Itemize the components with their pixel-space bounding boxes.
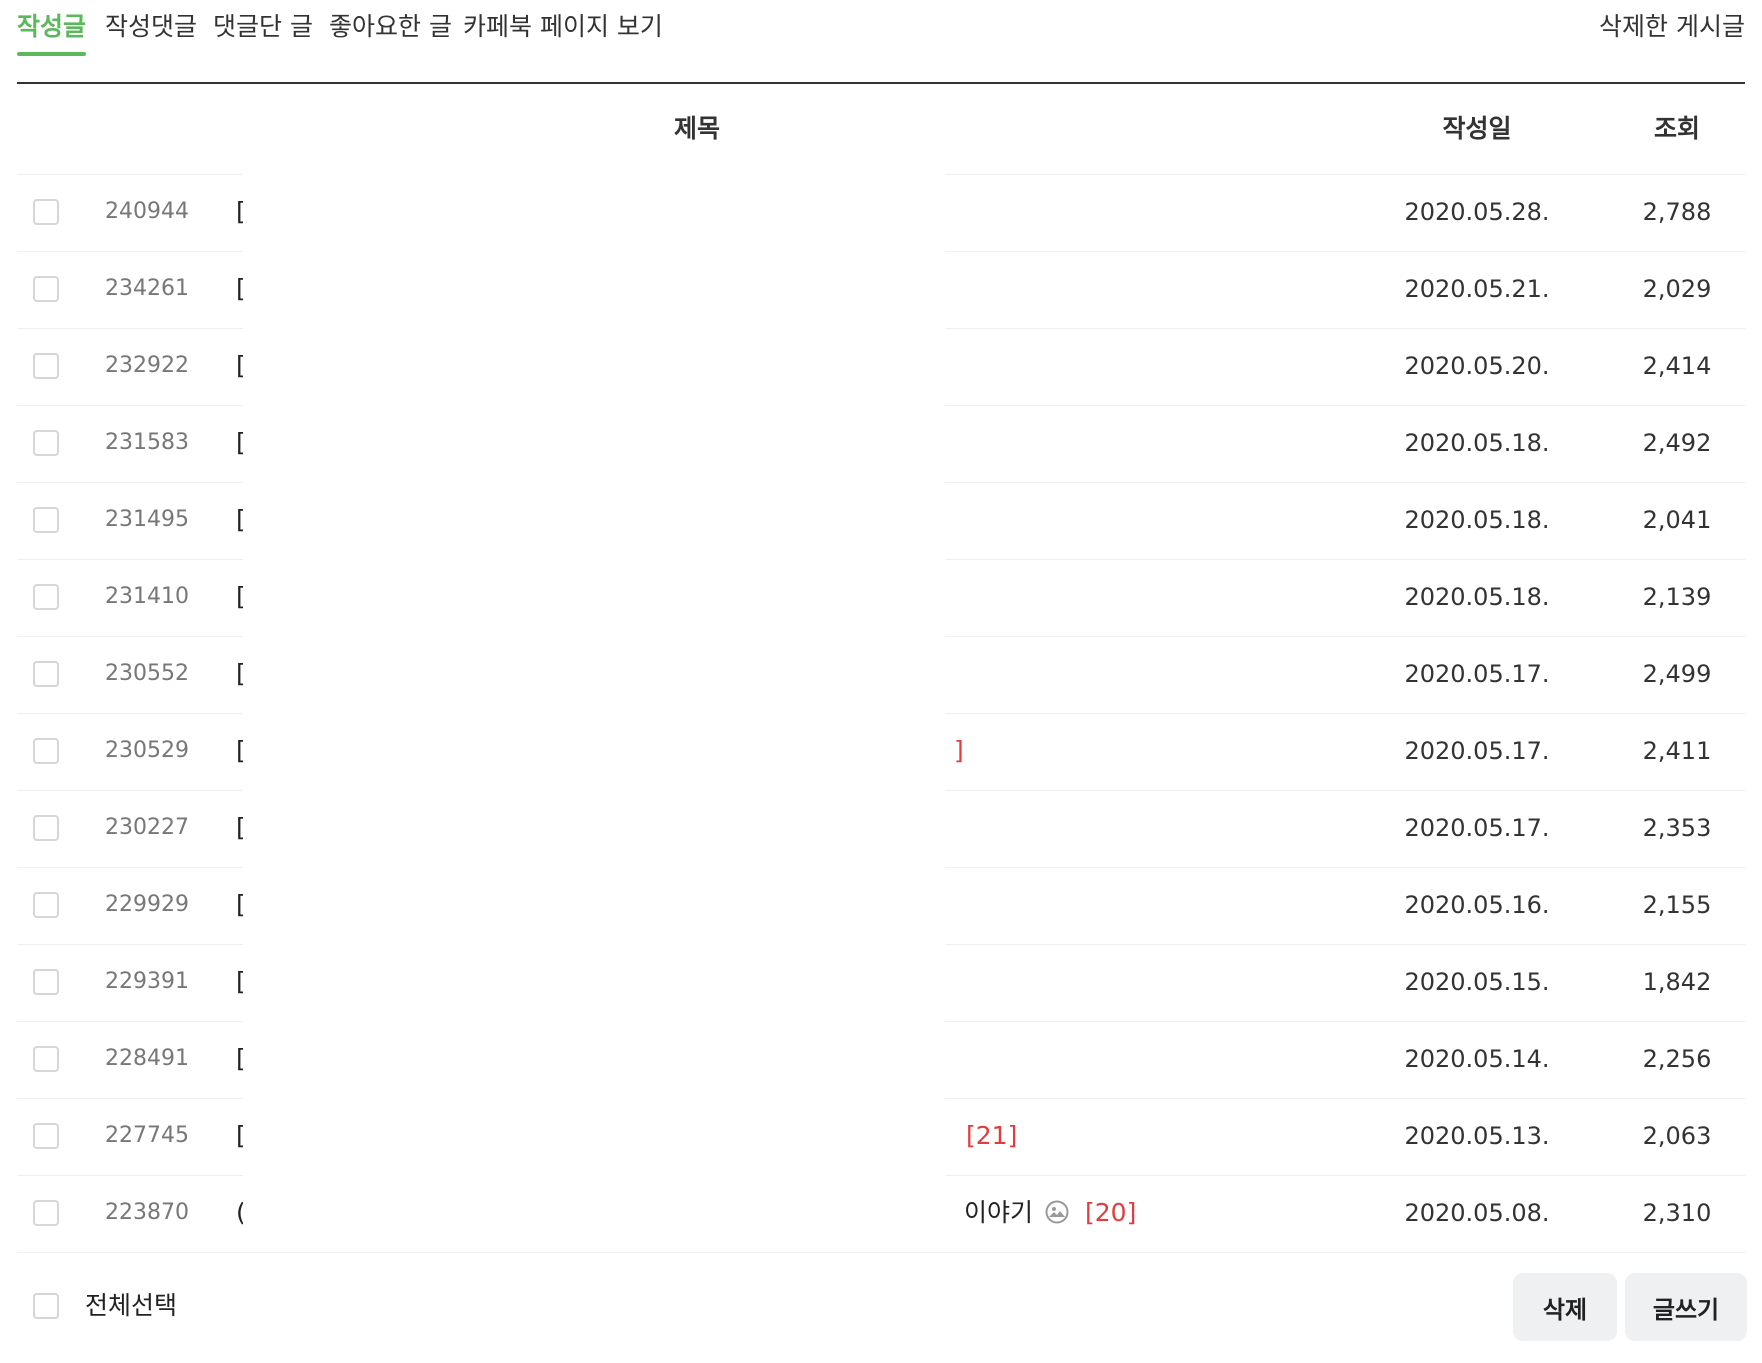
row-checkbox[interactable] — [33, 892, 59, 918]
tab-comments[interactable]: 작성댓글 — [105, 12, 197, 42]
row-checkbox[interactable] — [33, 738, 59, 764]
article-title-tail: [21] — [964, 1119, 1017, 1153]
article-date: 2020.05.20. — [1404, 352, 1550, 380]
article-date: 2020.05.14. — [1404, 1045, 1550, 1073]
row-checkbox[interactable] — [33, 199, 59, 225]
article-title-suffix: 이야기 — [964, 1198, 1034, 1227]
article-number: 230227 — [105, 815, 189, 840]
article-number: 230552 — [105, 661, 189, 686]
article-date: 2020.05.17. — [1404, 737, 1550, 765]
article-list-panel: 작성글 작성댓글 댓글단 글 좋아요한 글 카페북 페이지 보기 삭제한 게시글… — [17, 0, 1747, 1363]
article-number: 230529 — [105, 738, 189, 763]
row-checkbox[interactable] — [33, 1046, 59, 1072]
deleted-posts-link[interactable]: 삭제한 게시글 — [1599, 12, 1745, 42]
row-checkbox[interactable] — [33, 507, 59, 533]
article-views: 1,842 — [1642, 968, 1712, 996]
list-footer: 전체선택 삭제 글쓰기 — [17, 1253, 1747, 1363]
tab-commented-posts[interactable]: 댓글단 글 — [213, 12, 313, 42]
article-views: 2,041 — [1642, 506, 1712, 534]
article-views: 2,256 — [1642, 1045, 1712, 1073]
article-views: 2,310 — [1642, 1199, 1712, 1227]
article-number: 229929 — [105, 892, 189, 917]
comment-count[interactable]: [20] — [1085, 1198, 1136, 1227]
article-date: 2020.05.17. — [1404, 814, 1550, 842]
comment-count[interactable]: [21] — [966, 1121, 1017, 1150]
article-views: 2,029 — [1642, 275, 1712, 303]
row-checkbox[interactable] — [33, 430, 59, 456]
article-number: 223870 — [105, 1200, 189, 1225]
row-checkbox[interactable] — [33, 353, 59, 379]
article-number: 228491 — [105, 1046, 189, 1071]
row-checkbox[interactable] — [33, 969, 59, 995]
article-number: 234261 — [105, 276, 189, 301]
article-views: 2,788 — [1642, 198, 1712, 226]
row-checkbox[interactable] — [33, 276, 59, 302]
article-date: 2020.05.18. — [1404, 506, 1550, 534]
article-date: 2020.05.17. — [1404, 660, 1550, 688]
select-all-label[interactable]: 전체선택 — [85, 1289, 177, 1323]
article-date: 2020.05.28. — [1404, 198, 1550, 226]
header-date: 작성일 — [1442, 114, 1512, 143]
comment-count[interactable]: ] — [954, 736, 964, 765]
article-number: 232922 — [105, 353, 189, 378]
row-checkbox[interactable] — [33, 815, 59, 841]
article-views: 2,155 — [1642, 891, 1712, 919]
header-title: 제목 — [673, 114, 720, 143]
write-button[interactable]: 글쓰기 — [1625, 1273, 1747, 1341]
image-attachment-icon — [1045, 1200, 1069, 1224]
article-views: 2,139 — [1642, 583, 1712, 611]
article-number: 231583 — [105, 430, 189, 455]
row-checkbox[interactable] — [33, 661, 59, 687]
article-number: 227745 — [105, 1123, 189, 1148]
article-views: 2,353 — [1642, 814, 1712, 842]
article-date: 2020.05.18. — [1404, 429, 1550, 457]
article-date: 2020.05.21. — [1404, 275, 1550, 303]
article-date: 2020.05.13. — [1404, 1122, 1550, 1150]
select-all-checkbox[interactable] — [33, 1293, 59, 1319]
article-views: 2,492 — [1642, 429, 1712, 457]
article-views: 2,411 — [1642, 737, 1712, 765]
article-views: 2,414 — [1642, 352, 1712, 380]
row-checkbox[interactable] — [33, 1123, 59, 1149]
article-number: 231410 — [105, 584, 189, 609]
tab-articles[interactable]: 작성글 — [17, 12, 87, 56]
row-checkbox[interactable] — [33, 584, 59, 610]
tab-cafebook-page[interactable]: 카페북 페이지 보기 — [463, 12, 663, 42]
article-number: 229391 — [105, 969, 189, 994]
article-date: 2020.05.18. — [1404, 583, 1550, 611]
article-date: 2020.05.08. — [1404, 1199, 1550, 1227]
article-title-tail: 이야기 [20] — [964, 1196, 1136, 1230]
tab-liked-posts[interactable]: 좋아요한 글 — [329, 12, 452, 42]
header-views: 조회 — [1653, 114, 1700, 143]
article-views: 2,499 — [1642, 660, 1712, 688]
article-date: 2020.05.16. — [1404, 891, 1550, 919]
article-views: 2,063 — [1642, 1122, 1712, 1150]
article-number: 231495 — [105, 507, 189, 532]
article-date: 2020.05.15. — [1404, 968, 1550, 996]
row-checkbox[interactable] — [33, 1200, 59, 1226]
article-number: 240944 — [105, 199, 189, 224]
delete-button[interactable]: 삭제 — [1513, 1273, 1617, 1341]
tab-bar: 작성글 작성댓글 댓글단 글 좋아요한 글 카페북 페이지 보기 삭제한 게시글 — [17, 0, 1745, 84]
redacted-title-area — [243, 160, 945, 1240]
